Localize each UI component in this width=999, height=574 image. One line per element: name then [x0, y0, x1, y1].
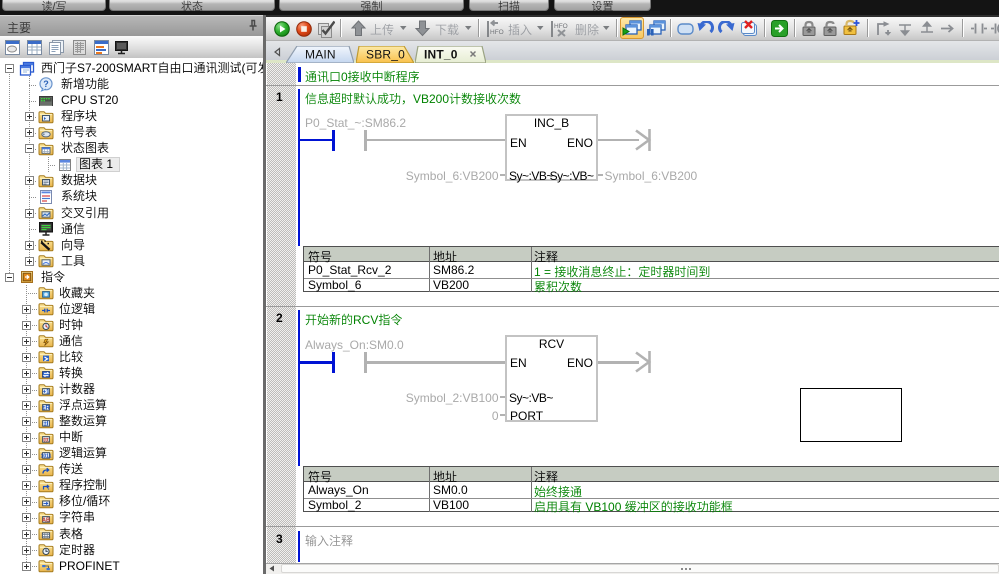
svg-text:±I: ±I: [44, 421, 49, 427]
svg-text:MAIN: MAIN: [305, 48, 336, 62]
svg-text:+1: +1: [43, 389, 51, 395]
svg-text:HFO: HFO: [554, 23, 568, 30]
svg-text:ttt: ttt: [43, 437, 49, 443]
svg-text:SBR_0: SBR_0: [366, 48, 405, 62]
svg-text:±R: ±R: [42, 405, 50, 411]
svg-text:INT_0: INT_0: [424, 48, 458, 62]
svg-text:1011: 1011: [41, 453, 52, 459]
svg-text:AB: AB: [42, 517, 50, 523]
svg-text:?: ?: [43, 79, 49, 89]
svg-text:HFO: HFO: [490, 29, 504, 36]
